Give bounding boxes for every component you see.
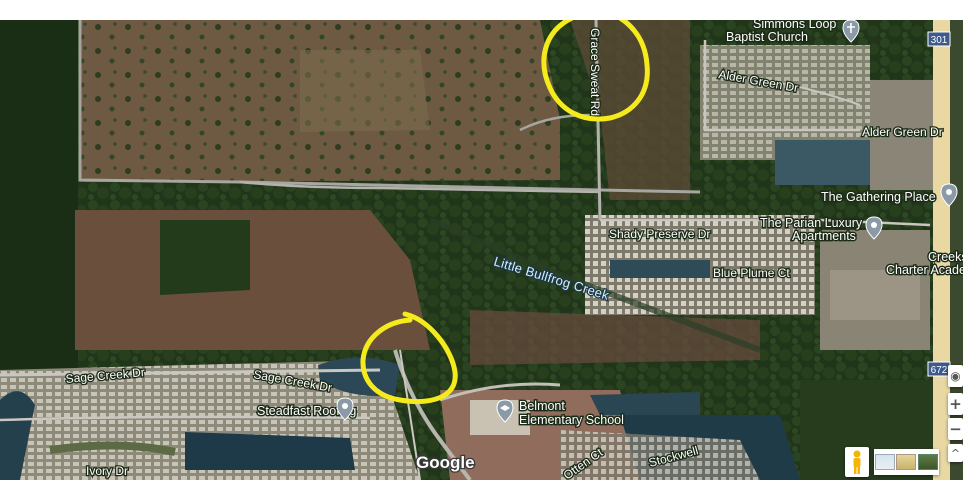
label-grace-sweat-rd: Grace Sweat Rd [588,28,602,116]
label-creeks-line2: Charter Acade [886,263,963,277]
satellite-map[interactable]: Grace Sweat Rd Alder Green Dr Alder Gree… [0,20,963,480]
label-shady-preserve-dr: Shady Preserve Dr [609,227,710,241]
north-field-patch [300,50,430,132]
zoom-in-label: + [949,395,962,413]
map-type-terrain-thumbnail[interactable] [896,454,917,470]
label-alder-green-dr-2: Alder Green Dr [862,125,943,139]
zoom-out-label: − [949,420,962,438]
west-woods [0,20,78,370]
expand-button[interactable]: ^ [948,444,963,462]
southwest-field [75,210,430,350]
tree-cluster [160,220,250,295]
pond-south [185,432,355,470]
pegman-button[interactable] [845,447,869,477]
label-gathering-place: The Gathering Place [821,190,936,204]
eye-icon: ◉ [950,369,961,383]
pond-school [590,392,700,415]
zoom-out-button[interactable]: − [948,418,963,440]
label-parian-line1: The Parian Luxury [760,216,863,230]
label-belmont-line2: Elementary School [519,413,624,427]
charter-building [830,270,920,320]
map-canvas[interactable]: Grace Sweat Rd Alder Green Dr Alder Gree… [0,20,963,480]
label-blue-plume-ct: Blue Plume Ct [713,266,790,280]
google-attribution: Google [416,453,475,472]
route-672-label: 672 [931,365,948,376]
label-belmont-line1: Belmont [519,399,565,413]
label-church-line2: Baptist Church [726,30,808,44]
compass-button[interactable]: ◉ [948,365,963,387]
pond-parian [610,260,710,278]
map-type-satellite-thumbnail[interactable] [918,454,939,470]
zoom-in-button[interactable]: + [948,393,963,415]
map-type-strip[interactable] [874,449,939,475]
label-ivory-dr: Ivory Dr [86,464,128,478]
expand-label: ^ [950,446,961,460]
map-type-default-thumbnail[interactable] [874,454,895,470]
label-parian-line2: Apartments [792,229,856,243]
route-301-label: 301 [931,35,948,46]
pegman-icon [853,450,861,474]
label-creeks-line1: Creeks [928,250,963,264]
